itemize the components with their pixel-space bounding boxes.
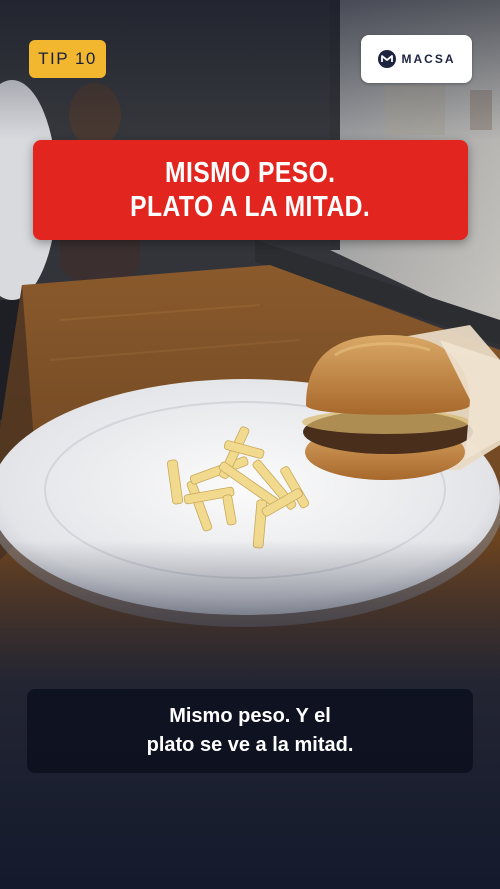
headline-line-2: PLATO A LA MITAD. xyxy=(130,191,371,223)
macsa-logo-icon xyxy=(377,50,396,68)
headline-banner: MISMO PESO. PLATO A LA MITAD. xyxy=(33,140,468,240)
caption-box: Mismo peso. Y el plato se ve a la mitad. xyxy=(27,689,473,773)
brand-logo: MACSA xyxy=(361,35,472,83)
tip-badge-label: TIP 10 xyxy=(38,49,97,68)
caption-line-1: Mismo peso. Y el xyxy=(169,705,331,727)
logo-text: MACSA xyxy=(401,52,456,66)
tip-badge: TIP 10 xyxy=(29,40,106,78)
headline-line-1: MISMO PESO. xyxy=(165,157,336,189)
caption-line-2: plato se ve a la mitad. xyxy=(146,734,354,756)
